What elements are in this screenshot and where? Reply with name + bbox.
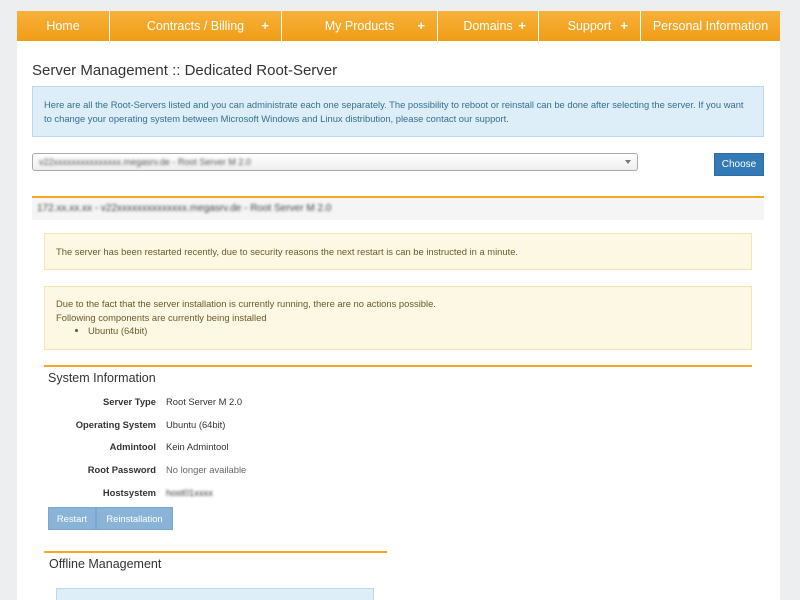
nav-support[interactable]: Support +	[539, 11, 641, 41]
server-select-value: v22xxxxxxxxxxxxxxx.megasrv.de - Root Ser…	[39, 157, 251, 167]
plus-icon[interactable]: +	[620, 18, 628, 33]
operating-system-value: Ubuntu (64bit)	[166, 419, 226, 430]
main-navigation: Home Contracts / Billing + My Products +…	[17, 11, 780, 41]
system-information-table: Server Type Root Server M 2.0 Operating …	[48, 390, 748, 506]
nav-domains[interactable]: Domains +	[438, 11, 539, 41]
chevron-down-icon	[625, 160, 631, 164]
choose-button[interactable]: Choose	[714, 153, 764, 176]
admintool-value: Kein Admintool	[166, 441, 229, 452]
reinstallation-button[interactable]: Reinstallation	[96, 507, 173, 530]
nav-my-products[interactable]: My Products +	[282, 11, 438, 41]
nav-home-label: Home	[46, 19, 80, 33]
server-type-value: Root Server M 2.0	[166, 396, 243, 407]
admintool-label: Admintool	[109, 441, 156, 452]
nav-personal-information[interactable]: Personal Information	[641, 11, 780, 41]
nav-home[interactable]: Home	[17, 11, 110, 41]
root-password-label: Root Password	[87, 464, 156, 475]
nav-contracts-billing[interactable]: Contracts / Billing +	[110, 11, 282, 41]
system-information-title: System Information	[48, 371, 156, 385]
restart-notice: The server has been restarted recently, …	[44, 233, 752, 270]
operating-system-label: Operating System	[75, 419, 156, 430]
page-title: Server Management :: Dedicated Root-Serv…	[32, 62, 338, 79]
plus-icon[interactable]: +	[261, 18, 269, 33]
hostsystem-label: Hostsystem	[102, 487, 156, 498]
root-password-value: No longer available	[166, 464, 247, 475]
plus-icon[interactable]: +	[518, 18, 526, 33]
nav-support-label: Support	[567, 19, 612, 33]
hostsystem-value: host01xxxx	[166, 487, 213, 498]
install-notice-line2: Following components are currently being…	[56, 311, 267, 323]
plus-icon[interactable]: +	[417, 18, 425, 33]
nav-domains-label: Domains	[463, 19, 513, 33]
install-components-list: Ubuntu (64bit)	[56, 324, 740, 338]
offline-management-title: Offline Management	[49, 557, 162, 571]
server-type-label: Server Type	[103, 396, 156, 407]
info-alert: Here are all the Root-Servers listed and…	[32, 86, 764, 137]
nav-personal-label: Personal Information	[652, 19, 769, 33]
server-select[interactable]: v22xxxxxxxxxxxxxxx.megasrv.de - Root Ser…	[32, 153, 638, 171]
nav-products-label: My Products	[324, 19, 395, 33]
install-notice: Due to the fact that the server installa…	[44, 286, 752, 350]
server-heading: 172.xx.xx.xx - v22xxxxxxxxxxxxxx.megasrv…	[37, 203, 332, 214]
server-action-buttons: Restart Reinstallation	[48, 507, 173, 530]
list-item: Ubuntu (64bit)	[88, 324, 740, 338]
restart-button[interactable]: Restart	[48, 507, 96, 530]
nav-contracts-label: Contracts / Billing	[146, 19, 245, 33]
offline-info-box	[56, 588, 374, 600]
install-notice-line1: Due to the fact that the server installa…	[56, 298, 436, 309]
